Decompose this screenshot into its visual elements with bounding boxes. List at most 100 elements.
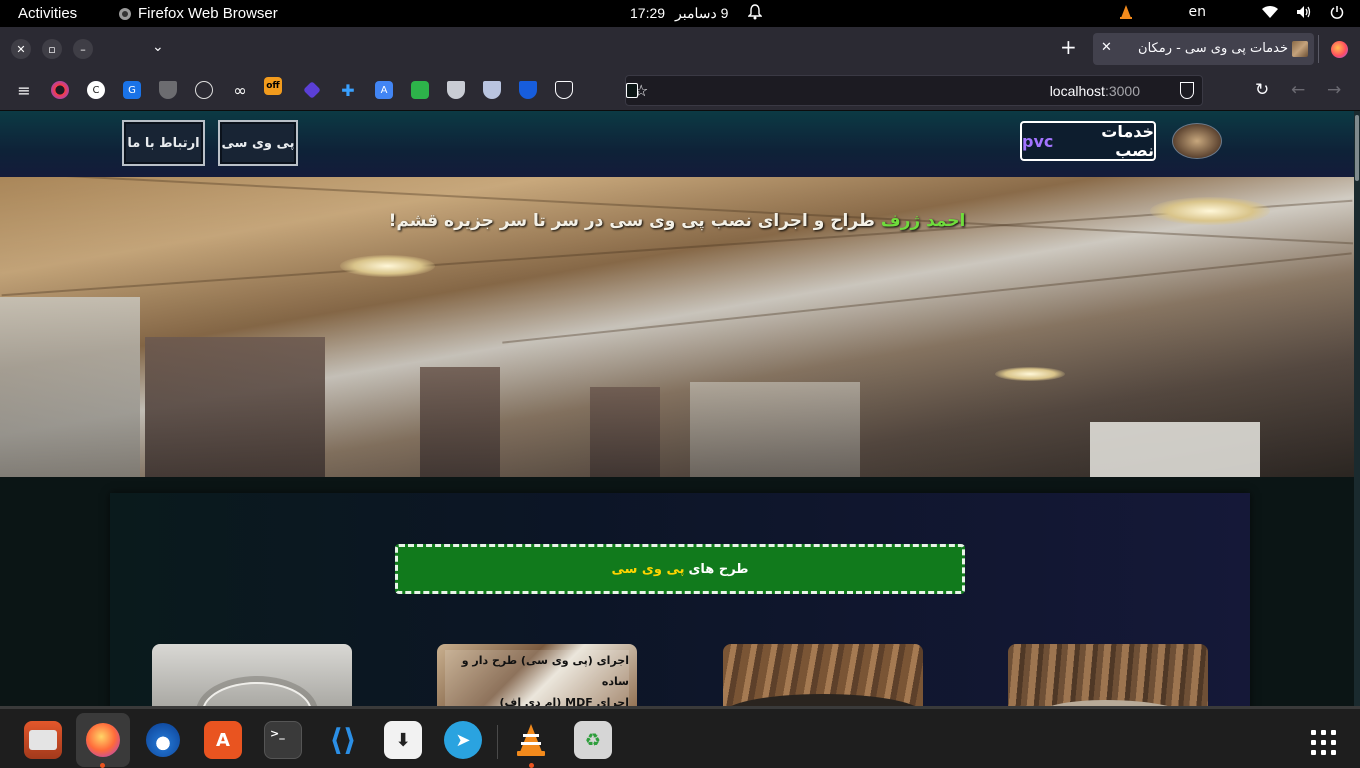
url-host: localhost xyxy=(1049,83,1105,99)
back-arrow-icon[interactable]: ← xyxy=(1291,80,1305,100)
hero-tagline: طراح و اجرای نصب پی وی سی در سر تا سر جز… xyxy=(388,211,875,231)
wall-panel xyxy=(690,382,860,477)
volume-icon[interactable] xyxy=(1296,5,1312,19)
telegram-icon[interactable]: ➤ xyxy=(444,721,482,759)
notification-bell-icon[interactable] xyxy=(747,4,763,24)
firefox-view-icon[interactable] xyxy=(1331,41,1348,58)
ceiling-plank xyxy=(502,252,1352,344)
clock[interactable]: 17:29 9 دسامبر xyxy=(630,5,728,22)
card-caption: اجرای (پی وی سی) طرح دار و ساده اجرای MD… xyxy=(445,650,629,706)
reload-icon[interactable]: ↻ xyxy=(1255,80,1269,100)
app-center-icon[interactable]: A xyxy=(204,721,242,759)
hero-name: احمد ژرف xyxy=(880,211,966,231)
minimize-window-icon[interactable]: – xyxy=(73,39,93,59)
thunderbird-icon[interactable] xyxy=(144,721,182,759)
tab-title: خدمات پی وی سی - رمکان xyxy=(1138,41,1288,56)
section-title: طرح های پی وی سی xyxy=(395,544,965,594)
card-caption-line: اجرای (پی وی سی) طرح دار و ساده xyxy=(461,654,629,688)
firefox-small-icon xyxy=(119,7,131,20)
opera-icon[interactable] xyxy=(51,81,69,99)
gallery-card[interactable]: اجرای (پی وی سی) طرح دار و ساده اجرای MD… xyxy=(437,644,637,706)
activities-button[interactable]: Activities xyxy=(18,5,77,22)
bitwarden-icon[interactable] xyxy=(519,81,537,99)
cabinet-glass xyxy=(420,367,500,477)
list-tabs-chevron-icon[interactable]: ⌄ xyxy=(152,39,164,55)
close-window-icon[interactable]: ✕ xyxy=(11,39,31,59)
ext-c-icon[interactable]: C xyxy=(87,81,105,99)
vscode-icon[interactable]: ⟨⟩ xyxy=(324,721,362,759)
plus-cross-icon[interactable]: ✚ xyxy=(339,81,357,100)
ceiling-light xyxy=(995,367,1065,381)
url-text[interactable]: localhost:3000 xyxy=(1050,83,1140,99)
app-name: Firefox Web Browser xyxy=(138,5,278,22)
app-menu[interactable]: Firefox Web Browser xyxy=(118,5,278,22)
running-indicator xyxy=(100,763,105,768)
card-caption-line: اجرای MDF (ام دی اف) xyxy=(499,696,629,706)
tab-close-icon[interactable]: ✕ xyxy=(1101,40,1112,55)
dock-divider xyxy=(497,725,498,759)
power-icon[interactable] xyxy=(1330,5,1344,19)
wifi-icon[interactable] xyxy=(1262,5,1278,19)
nav-contact-button[interactable]: ارتباط با ما xyxy=(122,120,205,166)
wall-panel xyxy=(0,297,140,477)
downloader-icon[interactable]: ⬇ xyxy=(384,721,422,759)
content-section: طرح های پی وی سی اجرای (پی وی سی) طرح دا… xyxy=(110,493,1250,706)
diamond-icon[interactable] xyxy=(303,81,321,99)
gallery-card[interactable] xyxy=(152,644,352,706)
gallery-card[interactable] xyxy=(1008,644,1208,706)
tab-separator xyxy=(1318,35,1319,63)
vlc-tray-icon[interactable] xyxy=(1119,4,1133,20)
url-bar[interactable]: ☆ localhost:3000 xyxy=(625,75,1203,106)
gallery-card[interactable] xyxy=(723,644,923,706)
tab-active[interactable]: خدمات پی وی سی - رمکان ✕ xyxy=(1093,33,1314,65)
web-page: خدمات نصب pvc پی وی سی ارتباط با ما احمد… xyxy=(0,111,1360,706)
page-info-icon[interactable] xyxy=(626,83,638,98)
nav-toolbar: ≡ C G ∞ off ✚ A ☆ localhost:3000 ↻ ← → xyxy=(0,71,1360,111)
shield-ext-icon[interactable] xyxy=(159,81,177,99)
site-header: خدمات نصب pvc پی وی سی ارتباط با ما xyxy=(0,111,1354,177)
clock-time: 17:29 xyxy=(630,5,666,21)
page-scrollbar[interactable] xyxy=(1354,111,1360,706)
site-brand[interactable]: خدمات نصب pvc xyxy=(1020,121,1156,161)
ceiling-light xyxy=(340,255,435,277)
tracking-shield-icon[interactable] xyxy=(1180,82,1194,99)
system-top-bar: Activities Firefox Web Browser 17:29 9 د… xyxy=(0,0,1360,27)
vlc-icon[interactable] xyxy=(512,721,550,759)
running-indicator xyxy=(529,763,534,768)
translate-icon[interactable]: A xyxy=(375,81,393,99)
new-tab-button[interactable]: + xyxy=(1060,35,1077,59)
green-ext-icon[interactable] xyxy=(411,81,429,99)
cabinet-glass xyxy=(590,387,660,477)
site-logo-image[interactable] xyxy=(1172,123,1222,159)
hero-title: احمد ژرف طراح و اجرای نصب پی وی سی در سر… xyxy=(0,211,1354,231)
url-port: :3000 xyxy=(1104,83,1140,99)
show-apps-grid-icon[interactable] xyxy=(1311,730,1337,756)
firefox-dock-icon[interactable] xyxy=(76,713,130,767)
off-badge-icon[interactable]: off xyxy=(264,77,282,95)
pocket-icon[interactable] xyxy=(555,81,573,99)
brand-pvc: pvc xyxy=(1022,131,1054,151)
terminal-icon[interactable]: >_ xyxy=(264,721,302,759)
shield2-icon[interactable] xyxy=(447,81,465,99)
clock-date: 9 دسامبر xyxy=(675,5,729,21)
infinity-icon[interactable]: ∞ xyxy=(231,81,249,100)
language-indicator[interactable]: en xyxy=(1189,4,1207,20)
brand-text: خدمات نصب xyxy=(1101,122,1154,160)
tab-strip: ✕ ▫ – ⌄ + خدمات پی وی سی - رمکان ✕ xyxy=(0,27,1360,71)
shield3-icon[interactable] xyxy=(483,81,501,99)
files-icon[interactable] xyxy=(24,721,62,759)
scrollbar-thumb[interactable] xyxy=(1355,115,1359,181)
section-title-highlight: پی وی سی xyxy=(611,561,685,577)
globe-icon[interactable] xyxy=(195,81,213,99)
tab-favicon xyxy=(1292,41,1308,57)
menu-icon[interactable]: ≡ xyxy=(15,81,33,100)
cabinet-glass xyxy=(145,337,325,477)
dock: A >_ ⟨⟩ ⬇ ➤ ♻ xyxy=(0,706,1360,768)
ext-ub-icon[interactable]: G xyxy=(123,81,141,99)
forward-arrow-icon[interactable]: → xyxy=(1327,80,1341,100)
ceiling-circle-design xyxy=(202,682,312,706)
restore-window-icon[interactable]: ▫ xyxy=(42,39,62,59)
nav-pvc-button[interactable]: پی وی سی xyxy=(218,120,298,166)
wood-wave xyxy=(723,694,923,706)
trash-icon[interactable]: ♻ xyxy=(574,721,612,759)
